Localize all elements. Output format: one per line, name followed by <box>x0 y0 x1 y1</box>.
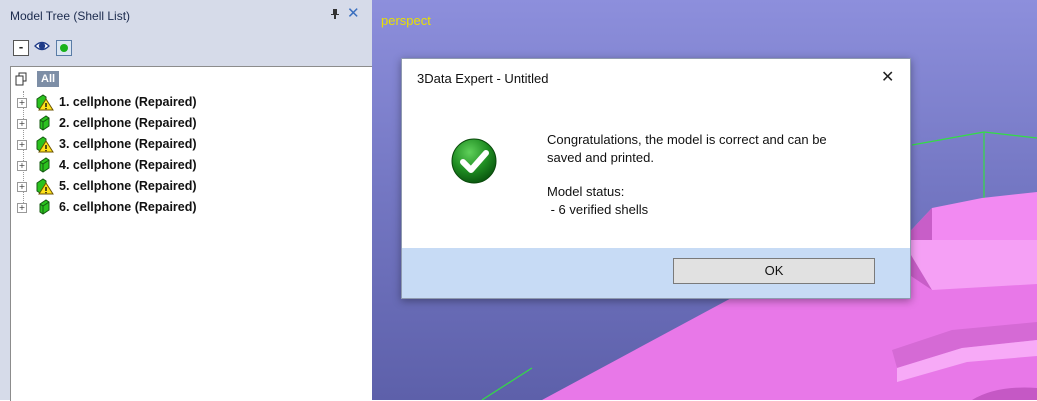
green-shell-icon <box>35 114 55 135</box>
shell-tree: All + 1. cellphone (Repaired) + 2. cellp… <box>10 66 373 401</box>
tree-item-label: 5. cellphone (Repaired) <box>59 179 197 193</box>
green-shell-icon <box>35 156 55 177</box>
viewport-label: perspect <box>381 13 431 28</box>
panel-close-button[interactable]: ✕ <box>347 4 360 22</box>
dialog-message-line: saved and printed. <box>547 150 654 165</box>
panel-title: Model Tree (Shell List) <box>10 9 131 23</box>
collapse-icon[interactable]: - <box>13 40 29 56</box>
tree-item-label: 3. cellphone (Repaired) <box>59 137 197 151</box>
tree-toolbar: - <box>0 28 372 66</box>
expand-icon[interactable]: + <box>17 203 27 213</box>
tree-item-label: 4. cellphone (Repaired) <box>59 158 197 172</box>
tree-item-3[interactable]: + 3. cellphone (Repaired) <box>17 134 357 154</box>
expand-icon[interactable]: + <box>17 98 27 108</box>
green-checkmark-icon <box>450 137 498 188</box>
tree-item-5[interactable]: + 5. cellphone (Repaired) <box>17 176 357 196</box>
tree-item-label: 2. cellphone (Repaired) <box>59 116 197 130</box>
model-tree-panel: Model Tree (Shell List) ✕ - All + 1. cel… <box>0 0 373 401</box>
tree-item-4[interactable]: + 4. cellphone (Repaired) <box>17 155 357 175</box>
status-heading: Model status: <box>547 184 625 199</box>
tree-item-label: 1. cellphone (Repaired) <box>59 95 197 109</box>
expand-icon[interactable]: + <box>17 140 27 150</box>
dialog-status: Model status: - 6 verified shells <box>547 183 648 219</box>
tree-item-6[interactable]: + 6. cellphone (Repaired) <box>17 197 357 217</box>
warning-shell-icon <box>35 177 55 198</box>
dialog-message-line: Congratulations, the model is correct an… <box>547 132 827 147</box>
dialog-message: Congratulations, the model is correct an… <box>547 131 827 167</box>
dialog-title: 3Data Expert - Untitled <box>417 71 549 86</box>
dialog-close-button[interactable]: ✕ <box>881 67 894 87</box>
warning-shell-icon <box>35 93 55 114</box>
status-line: - 6 verified shells <box>547 202 649 217</box>
eye-icon[interactable] <box>34 38 50 52</box>
message-dialog: 3Data Expert - Untitled ✕ Congratulation… <box>401 58 911 299</box>
warning-shell-icon <box>35 135 55 156</box>
tree-item-1[interactable]: + 1. cellphone (Repaired) <box>17 92 357 112</box>
tree-item-label: 6. cellphone (Repaired) <box>59 200 197 214</box>
green-shell-icon <box>35 198 55 219</box>
expand-icon[interactable]: + <box>17 182 27 192</box>
tree-root-label[interactable]: All <box>37 71 60 87</box>
pin-icon[interactable] <box>330 8 340 23</box>
expand-icon[interactable]: + <box>17 161 27 171</box>
ok-button[interactable]: OK <box>673 258 875 284</box>
panel-header: Model Tree (Shell List) ✕ <box>0 0 372 28</box>
shells-icon <box>15 72 29 89</box>
expand-icon[interactable]: + <box>17 119 27 129</box>
dialog-footer: OK <box>402 248 910 298</box>
green-dot-icon[interactable] <box>56 40 72 56</box>
tree-item-2[interactable]: + 2. cellphone (Repaired) <box>17 113 357 133</box>
